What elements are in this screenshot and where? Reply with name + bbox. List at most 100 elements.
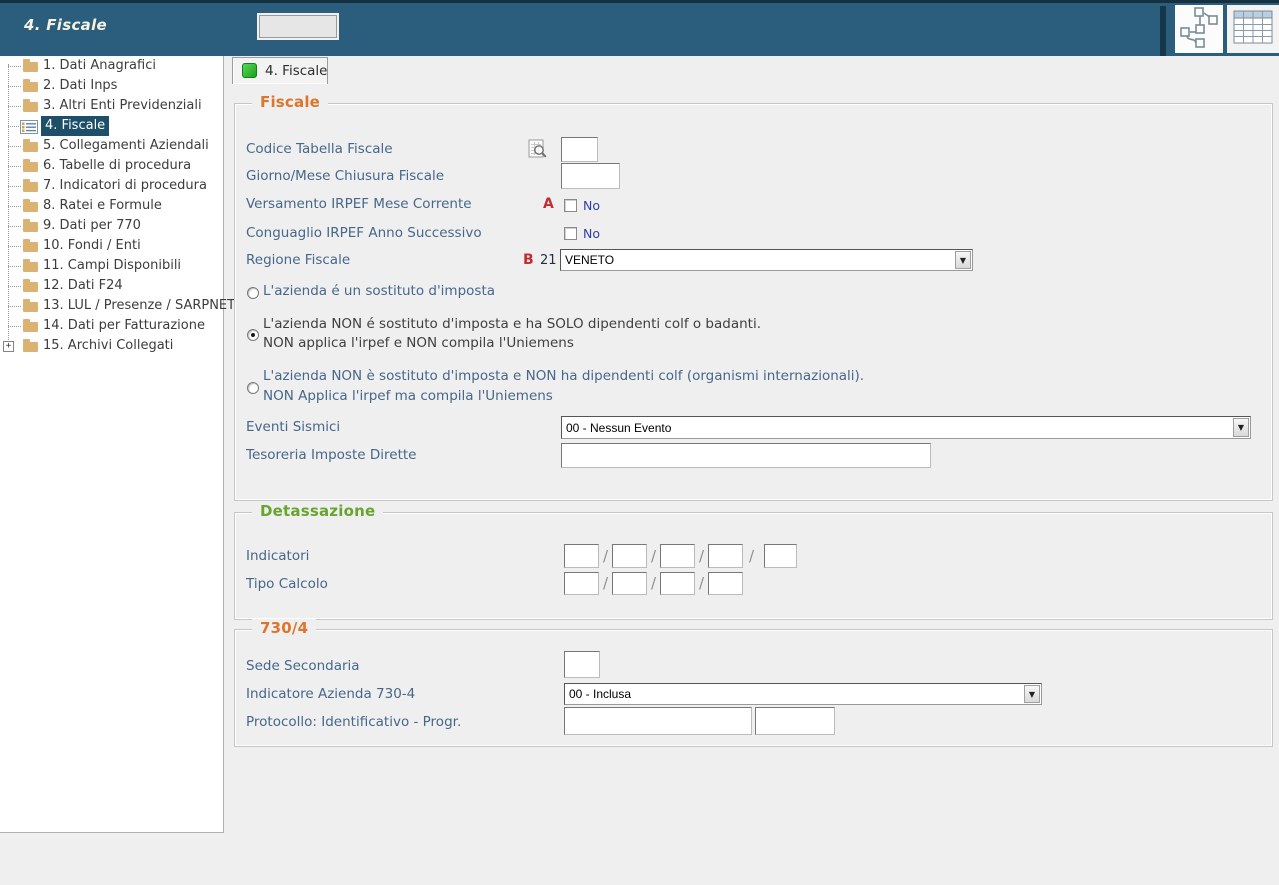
radio-non-sostituto-internazionali-line2: NON Applica l'irpef ma compila l'Uniemen… (263, 388, 553, 404)
versamento-irpef-checkbox[interactable] (564, 199, 577, 212)
conguaglio-irpef-checkbox-label: No (583, 226, 600, 241)
folder-icon (23, 242, 38, 252)
fieldset-fiscale: Fiscale (234, 103, 1273, 501)
label-conguaglio-irpef: Conguaglio IRPEF Anno Successivo (246, 225, 482, 241)
tab-fiscale[interactable]: 4. Fiscale (232, 57, 328, 84)
fieldset-detassazione: Detassazione (234, 512, 1273, 620)
label-giorno-mese-chiusura: Giorno/Mese Chiusura Fiscale (246, 168, 444, 184)
marker-a: A (543, 196, 554, 212)
sidebar-item-collegamenti[interactable]: 5. Collegamenti Aziendali (0, 136, 224, 156)
app-header: 4. Fiscale (0, 0, 1279, 56)
folder-icon (23, 222, 38, 232)
folder-icon (23, 142, 38, 152)
table-button[interactable] (1227, 5, 1279, 53)
indicatori-input-1[interactable] (564, 544, 599, 568)
chevron-down-icon[interactable]: ▼ (955, 251, 971, 269)
tipo-calcolo-input-4[interactable] (708, 572, 743, 595)
radio-non-sostituto-colf-line1: L'azienda NON é sostituto d'imposta e ha… (263, 316, 761, 332)
table-icon (1233, 10, 1273, 48)
label-sede-secondaria: Sede Secondaria (246, 658, 360, 674)
sidebar-item-dati-f24[interactable]: 12. Dati F24 (0, 276, 224, 296)
sidebar-item-dati-inps[interactable]: 2. Dati Inps (0, 76, 224, 96)
radio-sostituto-imposta-label: L'azienda é un sostituto d'imposta (263, 283, 495, 299)
fieldset-fiscale-legend: Fiscale (252, 93, 328, 111)
label-indicatore-azienda-730-4: Indicatore Azienda 730-4 (246, 686, 415, 702)
folder-icon (23, 102, 38, 112)
folder-icon (23, 322, 38, 332)
conguaglio-irpef-checkbox[interactable] (564, 227, 577, 240)
label-versamento-irpef: Versamento IRPEF Mese Corrente (246, 196, 472, 212)
page-title: 4. Fiscale (24, 16, 107, 34)
versamento-irpef-checkbox-label: No (583, 198, 600, 213)
eventi-sismici-select[interactable]: 00 - Nessun Evento ▼ (561, 416, 1251, 439)
radio-non-sostituto-colf-line2: NON applica l'irpef e NON compila l'Unie… (263, 335, 574, 351)
folder-icon (23, 202, 38, 212)
label-codice-tabella-fiscale: Codice Tabella Fiscale (246, 141, 393, 157)
label-eventi-sismici: Eventi Sismici (246, 419, 340, 435)
sidebar-item-dati-770[interactable]: 9. Dati per 770 (0, 216, 224, 236)
indicatori-input-4[interactable] (708, 544, 743, 568)
sede-secondaria-input[interactable] (564, 651, 600, 678)
radio-non-sostituto-colf[interactable] (247, 329, 259, 341)
folder-icon (23, 82, 38, 92)
separator: / (651, 574, 656, 592)
diagram-button[interactable] (1175, 5, 1223, 53)
indicatore-azienda-730-4-select[interactable]: 00 - Inclusa ▼ (564, 683, 1042, 705)
sidebar-item-fiscale[interactable]: 4. Fiscale (0, 116, 224, 136)
regione-fiscale-select[interactable]: VENETO ▼ (560, 249, 973, 271)
sidebar-item-fondi-enti[interactable]: 10. Fondi / Enti (0, 236, 224, 256)
sidebar-item-campi-disponibili[interactable]: 11. Campi Disponibili (0, 256, 224, 276)
radio-non-sostituto-internazionali-line1: L'azienda NON è sostituto d'imposta e NO… (263, 368, 864, 384)
fieldset-730-4-legend: 730/4 (252, 619, 316, 637)
tipo-calcolo-input-3[interactable] (660, 572, 695, 595)
fieldset-detassazione-legend: Detassazione (252, 502, 383, 520)
tipo-calcolo-input-1[interactable] (564, 572, 599, 595)
label-indicatori: Indicatori (246, 548, 309, 564)
sidebar-item-dati-fatturazione[interactable]: 14. Dati per Fatturazione (0, 316, 224, 336)
codice-tabella-fiscale-input[interactable] (561, 137, 598, 162)
folder-icon (23, 162, 38, 172)
green-square-icon (242, 63, 257, 78)
tree-expand-icon[interactable]: + (3, 341, 14, 352)
folder-icon (23, 182, 38, 192)
chevron-down-icon[interactable]: ▼ (1024, 685, 1040, 703)
indicatori-input-2[interactable] (612, 544, 647, 568)
label-tipo-calcolo: Tipo Calcolo (246, 576, 328, 592)
chevron-down-icon[interactable]: ▼ (1233, 418, 1249, 437)
radio-sostituto-imposta[interactable] (247, 287, 259, 299)
separator: / (699, 574, 704, 592)
sidebar-item-ratei-formule[interactable]: 8. Ratei e Formule (0, 196, 224, 216)
folder-icon (23, 262, 38, 272)
lookup-icon[interactable] (528, 139, 548, 163)
indicatori-input-3[interactable] (660, 544, 695, 568)
label-tesoreria-imposte: Tesoreria Imposte Dirette (246, 447, 416, 463)
header-divider (1160, 6, 1166, 56)
folder-icon (23, 302, 38, 312)
separator: / (651, 547, 656, 565)
tesoreria-imposte-input[interactable] (561, 443, 931, 468)
protocollo-identificativo-input[interactable] (564, 707, 752, 735)
tab-label: 4. Fiscale (265, 63, 328, 79)
separator: / (749, 547, 754, 565)
separator: / (699, 547, 704, 565)
folder-icon (23, 342, 38, 352)
sidebar-item-altri-enti[interactable]: 3. Altri Enti Previdenziali (0, 96, 224, 116)
indicatori-input-5[interactable] (764, 544, 797, 568)
radio-non-sostituto-internazionali[interactable] (247, 382, 259, 394)
sidebar-tree: 1. Dati Anagrafici 2. Dati Inps 3. Altri… (0, 56, 224, 833)
label-protocollo: Protocollo: Identificativo - Progr. (246, 714, 461, 730)
sidebar-item-indicatori-procedura[interactable]: 7. Indicatori di procedura (0, 176, 224, 196)
protocollo-progressivo-input[interactable] (755, 707, 835, 735)
folder-icon (23, 62, 38, 72)
sidebar-item-archivi-collegati[interactable]: + 15. Archivi Collegati (0, 336, 224, 356)
app-window: 4. Fiscale (0, 0, 1279, 885)
tipo-calcolo-input-2[interactable] (612, 572, 647, 595)
sidebar-item-lul-presenze[interactable]: 13. LUL / Presenze / SARPNET (0, 296, 224, 316)
regione-fiscale-code: 21 (540, 253, 557, 268)
sidebar-item-tabelle-procedura[interactable]: 6. Tabelle di procedura (0, 156, 224, 176)
giorno-mese-chiusura-input[interactable] (561, 163, 620, 189)
separator: / (603, 547, 608, 565)
header-quick-input[interactable] (259, 15, 337, 38)
folder-icon (23, 282, 38, 292)
sidebar-item-dati-anagrafici[interactable]: 1. Dati Anagrafici (0, 56, 224, 76)
